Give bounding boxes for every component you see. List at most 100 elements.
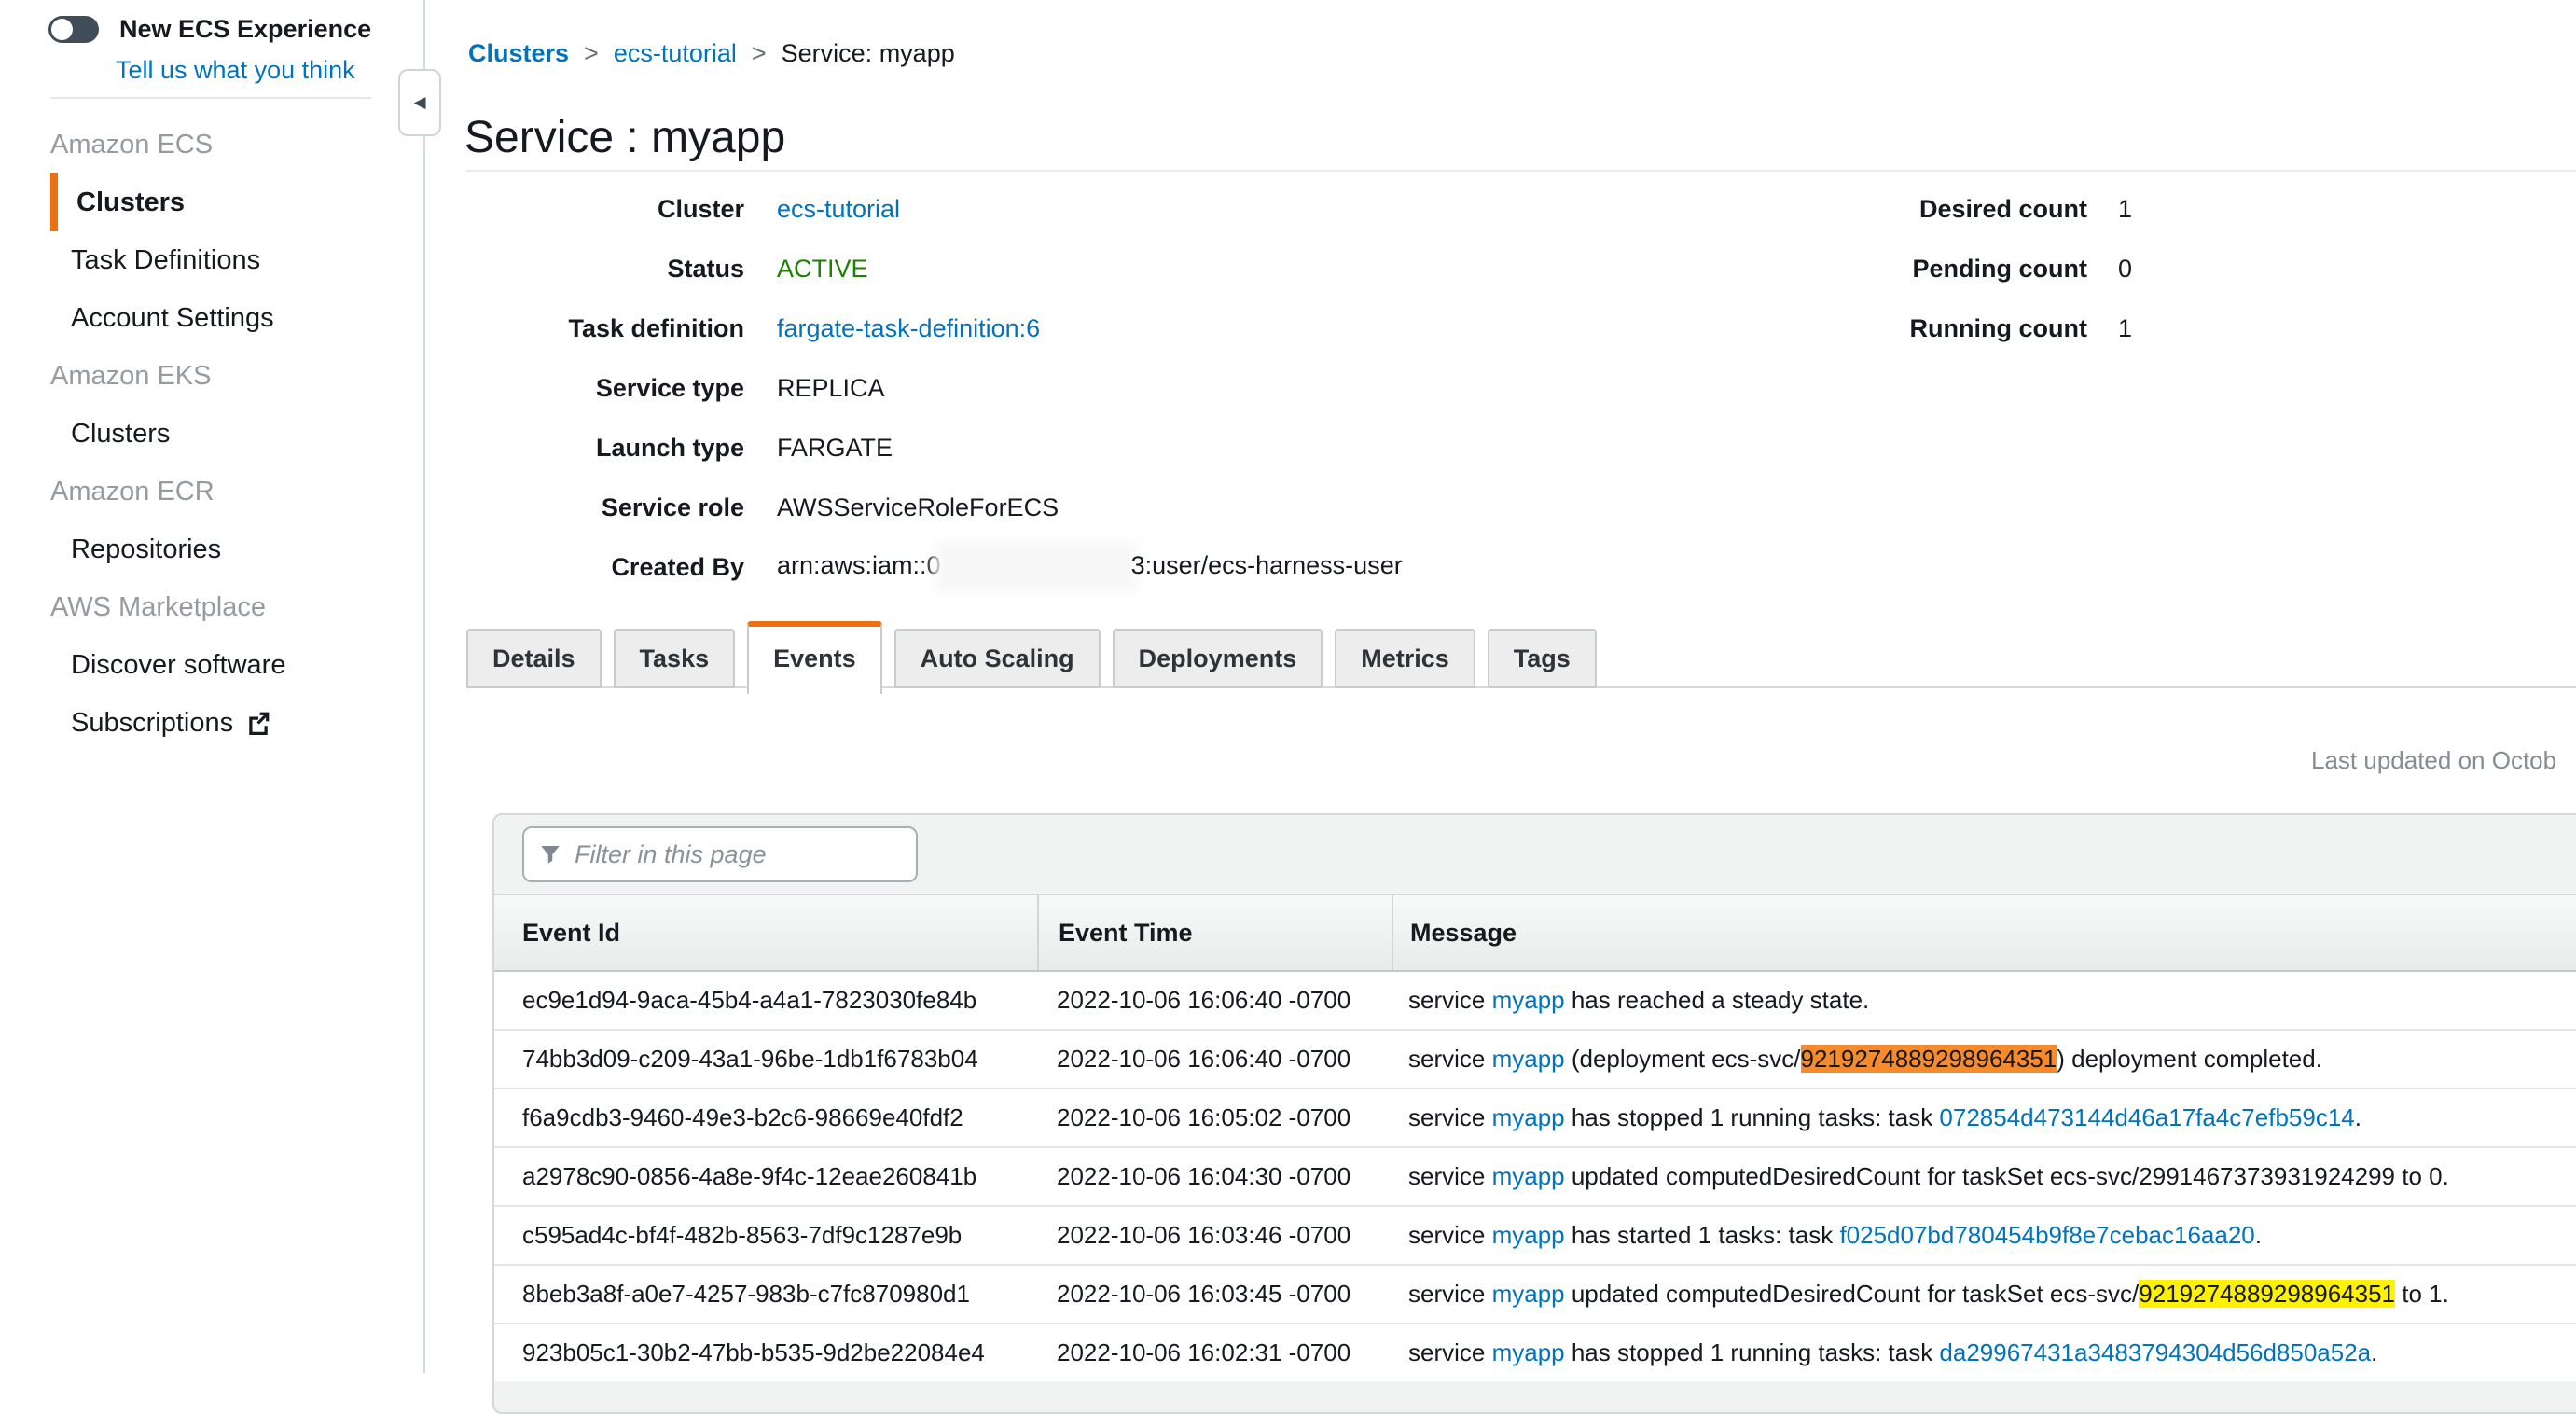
event-time-cell: 2022-10-06 16:02:31 -0700	[1037, 1338, 1392, 1367]
message-link[interactable]: myapp	[1492, 1221, 1565, 1249]
detail-label: Created By	[466, 553, 744, 582]
message-text: .	[2355, 1103, 2361, 1131]
message-text: has reached a steady state.	[1565, 986, 1870, 1014]
event-id-cell: a2978c90-0856-4a8e-9f4c-12eae260841b	[494, 1162, 1037, 1191]
tab-bar: DetailsTasksEventsAuto ScalingDeployment…	[466, 619, 1609, 694]
column-header-message: Message	[1392, 895, 2576, 970]
detail-label: Service role	[466, 493, 744, 522]
detail-label: Cluster	[466, 195, 744, 224]
breadcrumb-item-clusters[interactable]: Clusters	[468, 39, 569, 68]
message-text: .	[2371, 1338, 2377, 1366]
detail-label: Status	[466, 255, 744, 284]
table-row: f6a9cdb3-9460-49e3-b2c6-98669e40fdf22022…	[494, 1088, 2576, 1146]
message-cell: service myapp has started 1 tasks: task …	[1392, 1221, 2576, 1250]
tab-auto-scaling[interactable]: Auto Scaling	[894, 629, 1101, 688]
tab-deployments[interactable]: Deployments	[1113, 629, 1323, 688]
detail-value-text: FARGATE	[777, 434, 893, 462]
message-link[interactable]: myapp	[1492, 1045, 1565, 1073]
sidebar-item-label: Clusters	[71, 405, 170, 463]
sidebar-item-clusters[interactable]: Clusters	[0, 405, 422, 463]
message-text: service	[1408, 986, 1492, 1014]
event-id-cell: c595ad4c-bf4f-482b-8563-7df9c1287e9b	[494, 1221, 1037, 1250]
message-cell: service myapp updated computedDesiredCou…	[1392, 1280, 2576, 1309]
filter-input[interactable]	[573, 839, 907, 870]
detail-row-service-type: Service type REPLICA	[466, 358, 1403, 418]
message-text: has stopped 1 running tasks: task	[1565, 1338, 1940, 1366]
message-link[interactable]: myapp	[1492, 1162, 1565, 1190]
sidebar-section-header-amazon-ecs: Amazon ECS	[0, 116, 422, 173]
message-link[interactable]: myapp	[1492, 1103, 1565, 1131]
sidebar-section-header-amazon-ecr: Amazon ECR	[0, 463, 422, 520]
detail-row-cluster: Cluster ecs-tutorial	[466, 179, 1403, 239]
sidebar-divider	[50, 97, 371, 99]
detail-label: Service type	[466, 374, 744, 403]
event-time-cell: 2022-10-06 16:06:40 -0700	[1037, 986, 1392, 1015]
message-text: (deployment ecs-svc/	[1565, 1045, 1801, 1073]
sidebar-item-discover-software[interactable]: Discover software	[0, 636, 422, 694]
detail-value-link[interactable]: ecs-tutorial	[777, 195, 900, 223]
detail-row-status: Status ACTIVE	[466, 239, 1403, 298]
detail-value: 1	[2118, 314, 2132, 343]
feedback-link[interactable]: Tell us what you think	[116, 56, 355, 85]
detail-row-launch-type: Launch type FARGATE	[466, 418, 1403, 478]
detail-value-text: REPLICA	[777, 374, 885, 402]
breadcrumb-item-ecs-tutorial[interactable]: ecs-tutorial	[614, 39, 737, 68]
page-title: Service : myapp	[464, 112, 785, 163]
sidebar-item-label: Discover software	[71, 636, 285, 694]
status-badge: ACTIVE	[777, 255, 868, 283]
events-panel: Event IdEvent TimeMessage ec9e1d94-9aca-…	[492, 813, 2576, 1414]
detail-label: Launch type	[466, 434, 744, 463]
message-text: service	[1408, 1103, 1492, 1131]
message-link[interactable]: da29967431a3483794304d56d850a52a	[1939, 1338, 2371, 1366]
tab-tasks[interactable]: Tasks	[614, 629, 736, 688]
search-highlight-current: 9219274889298964351	[1801, 1045, 2057, 1073]
detail-value: fargate-task-definition:6	[777, 314, 1040, 343]
detail-row-desired-count: Desired count 1	[1802, 179, 2132, 239]
tab-details[interactable]: Details	[466, 629, 602, 688]
funnel-icon	[539, 843, 561, 866]
tab-metrics[interactable]: Metrics	[1335, 629, 1475, 688]
new-ecs-experience-row: New ECS Experience	[48, 15, 371, 44]
chevron-left-icon: ◀	[413, 93, 425, 112]
event-id-cell: ec9e1d94-9aca-45b4-a4a1-7823030fe84b	[494, 986, 1037, 1015]
sidebar-section-header-aws-marketplace: AWS Marketplace	[0, 578, 422, 636]
detail-row-created-by: Created By arn:aws:iam::03:user/ecs-harne…	[466, 537, 1403, 597]
detail-value: 0	[2118, 255, 2132, 284]
message-link[interactable]: myapp	[1492, 1280, 1565, 1308]
sidebar-item-repositories[interactable]: Repositories	[0, 520, 422, 578]
detail-row-pending-count: Pending count0	[1802, 239, 2132, 298]
detail-value-text: 1	[2118, 195, 2132, 223]
breadcrumb-item-service-myapp: Service: myapp	[782, 39, 955, 68]
sidebar-section-header-amazon-eks: Amazon EKS	[0, 347, 422, 405]
table-row: 8beb3a8f-a0e7-4257-983b-c7fc870980d12022…	[494, 1264, 2576, 1323]
new-ecs-experience-toggle[interactable]	[48, 16, 99, 43]
sidebar-item-label: Repositories	[71, 520, 221, 578]
sidebar-item-clusters[interactable]: Clusters	[50, 173, 422, 231]
event-id-cell: f6a9cdb3-9460-49e3-b2c6-98669e40fdf2	[494, 1103, 1037, 1132]
sidebar-item-label: Subscriptions	[71, 694, 233, 752]
sidebar-item-task-definitions[interactable]: Task Definitions	[0, 231, 422, 289]
sidebar-nav: Amazon ECSClustersTask DefinitionsAccoun…	[0, 116, 422, 752]
message-link[interactable]: myapp	[1492, 1338, 1565, 1366]
message-cell: service myapp updated computedDesiredCou…	[1392, 1162, 2576, 1191]
message-link[interactable]: 072854d473144d46a17fa4c7efb59c14	[1939, 1103, 2354, 1131]
detail-value-text: 1	[2118, 314, 2132, 342]
table-row: c595ad4c-bf4f-482b-8563-7df9c1287e9b2022…	[494, 1205, 2576, 1264]
table-row: a2978c90-0856-4a8e-9f4c-12eae260841b2022…	[494, 1146, 2576, 1205]
message-text: service	[1408, 1162, 1492, 1190]
detail-label: Desired count	[1802, 195, 2087, 224]
sidebar-item-label: Task Definitions	[71, 231, 260, 289]
detail-value: arn:aws:iam::03:user/ecs-harness-user	[777, 548, 1403, 586]
sidebar: New ECS Experience Tell us what you thin…	[0, 0, 425, 1373]
sidebar-collapse-button[interactable]: ◀	[398, 69, 441, 136]
detail-value-link[interactable]: fargate-task-definition:6	[777, 314, 1040, 342]
event-time-cell: 2022-10-06 16:03:45 -0700	[1037, 1280, 1392, 1309]
tab-events[interactable]: Events	[747, 621, 882, 694]
service-details: Clusterecs-tutorialStatusACTIVETask defi…	[466, 179, 1403, 597]
message-link[interactable]: myapp	[1492, 986, 1565, 1014]
message-link[interactable]: f025d07bd780454b9f8e7cebac16aa20	[1839, 1221, 2254, 1249]
detail-value: ACTIVE	[777, 255, 868, 284]
tab-tags[interactable]: Tags	[1488, 629, 1597, 688]
sidebar-item-subscriptions[interactable]: Subscriptions	[0, 694, 422, 752]
sidebar-item-account-settings[interactable]: Account Settings	[0, 289, 422, 347]
